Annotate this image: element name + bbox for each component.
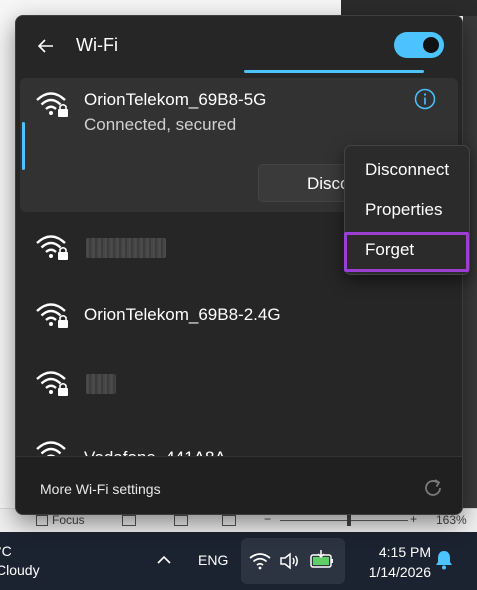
wifi-secured-icon — [36, 235, 68, 260]
weather-widget[interactable]: °C Cloudy — [0, 542, 40, 580]
clock[interactable]: 4:15 PM 1/14/2026 — [355, 542, 431, 582]
toggle-knob — [423, 37, 439, 53]
focus-icon — [36, 514, 48, 526]
clock-time: 4:15 PM — [378, 544, 431, 560]
wifi-secured-icon — [36, 371, 68, 396]
battery-charging-icon — [310, 550, 333, 568]
volume-icon — [280, 552, 298, 570]
weather-temperature: °C — [0, 543, 12, 559]
notification-bell-icon[interactable] — [435, 550, 453, 570]
network-context-menu: Disconnect Properties Forget — [344, 145, 470, 275]
network-name-obscured — [86, 238, 166, 258]
print-layout-icon[interactable] — [174, 515, 188, 526]
zoom-level[interactable]: 163% — [436, 513, 467, 527]
refresh-icon[interactable] — [422, 477, 444, 499]
show-hidden-icons-button[interactable] — [157, 552, 171, 570]
zoom-slider-thumb[interactable] — [347, 514, 351, 526]
menu-item-forget[interactable]: Forget — [345, 230, 469, 270]
quick-settings-tray[interactable] — [241, 538, 345, 584]
read-mode-icon[interactable] — [122, 515, 136, 526]
weather-description: Cloudy — [0, 562, 40, 578]
back-arrow-icon — [37, 39, 53, 53]
wifi-secured-icon — [36, 92, 68, 117]
network-name: OrionTelekom_69B8-2.4G — [84, 305, 281, 324]
flyout-footer: More Wi-Fi settings — [16, 456, 462, 514]
selection-indicator — [22, 122, 25, 170]
more-wifi-settings-link[interactable]: More Wi-Fi settings — [40, 481, 161, 497]
scanning-indicator — [244, 70, 424, 73]
network-name-obscured — [86, 374, 116, 394]
menu-item-properties[interactable]: Properties — [345, 190, 469, 230]
background-dark-strip — [341, 0, 477, 16]
info-icon[interactable] — [414, 88, 436, 110]
flyout-header: Wi-Fi — [16, 16, 462, 78]
menu-item-disconnect[interactable]: Disconnect — [345, 150, 469, 190]
language-indicator[interactable]: ENG — [198, 552, 228, 568]
wifi-open-icon — [36, 303, 68, 328]
network-item[interactable] — [20, 362, 458, 406]
flyout-title: Wi-Fi — [76, 35, 118, 55]
taskbar: °C Cloudy ENG 4:15 PM 1/14/2026 — [0, 532, 477, 590]
wifi-icon — [249, 553, 271, 570]
chevron-up-icon — [157, 555, 171, 564]
back-button[interactable] — [34, 34, 58, 58]
wifi-toggle[interactable] — [394, 32, 444, 58]
focus-label: Focus — [52, 513, 85, 527]
web-layout-icon[interactable] — [222, 515, 236, 526]
clock-date: 1/14/2026 — [368, 564, 431, 580]
network-status: Connected, secured — [84, 115, 237, 134]
network-item[interactable]: OrionTelekom_69B8-2.4G — [20, 294, 458, 338]
network-name: OrionTelekom_69B8-5G — [84, 90, 267, 109]
focus-button[interactable]: Focus — [36, 513, 85, 527]
zoom-slider-track[interactable] — [280, 520, 408, 521]
